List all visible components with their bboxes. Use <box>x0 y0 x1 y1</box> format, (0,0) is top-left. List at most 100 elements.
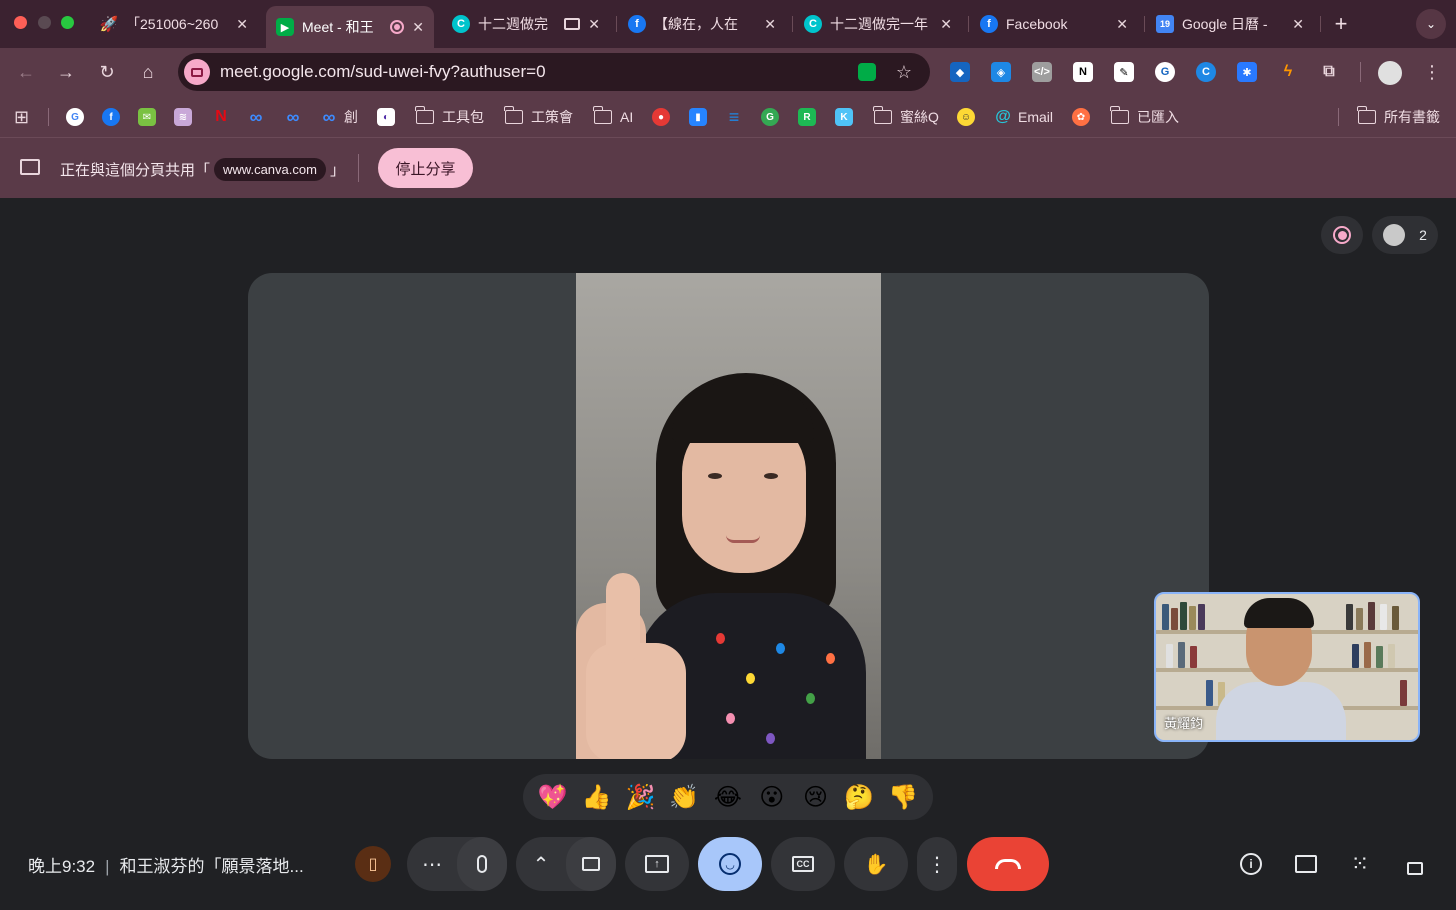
bookmark-folder-ai[interactable]: AI <box>593 106 633 127</box>
pen-extension-icon[interactable]: ✎ <box>1114 62 1134 82</box>
calendar-icon: 19 <box>1156 15 1174 33</box>
bookmark-red-app[interactable]: ● <box>652 107 670 127</box>
bookmark-app[interactable]: ◐ <box>377 107 395 127</box>
bookmark-meta-2[interactable]: ∞ <box>284 107 302 127</box>
bookmark-meta-1[interactable]: ∞ <box>247 107 265 127</box>
clapping-reaction[interactable]: 👏 <box>667 780 701 814</box>
bookmark-green-app[interactable]: G <box>761 107 779 127</box>
bookmark-folder-toolkit[interactable]: 工具包 <box>415 106 484 127</box>
gem-extension-icon[interactable]: ◆ <box>950 62 970 82</box>
address-bar[interactable]: meet.google.com/sud-uwei-fvy?authuser=0 … <box>178 53 930 91</box>
tab-close-icon[interactable]: ✕ <box>940 16 952 33</box>
zoom-window-button[interactable] <box>61 16 74 29</box>
video-options-chevron-up-icon[interactable]: ⌃ <box>516 837 566 891</box>
meet-extension-icon[interactable] <box>857 63 876 81</box>
party-popper-reaction[interactable]: 🎉 <box>623 780 657 814</box>
bookmark-folder-council[interactable]: 工策會 <box>504 106 573 127</box>
participants-button[interactable]: 2 <box>1372 216 1438 254</box>
tab-search-chevron-down-icon[interactable]: ⌄ <box>1416 9 1446 39</box>
tab-1[interactable]: 🚀 「251006~260 ✕ <box>90 6 258 42</box>
bookmark-meta-create[interactable]: ∞ 創 <box>320 107 358 127</box>
profile-avatar[interactable] <box>1378 61 1402 85</box>
audio-options-button[interactable]: ⋯ <box>407 837 457 891</box>
tag-extension-icon[interactable]: ◈ <box>991 62 1011 82</box>
raise-hand-button[interactable]: ✋ <box>844 837 908 891</box>
apps-grid-icon[interactable]: ⊞ <box>14 107 29 127</box>
tears-of-joy-reaction[interactable]: 😂 <box>711 780 745 814</box>
presenter-video-tile[interactable] <box>248 273 1209 759</box>
leave-call-button[interactable] <box>967 837 1049 891</box>
tab-close-icon[interactable]: ✕ <box>412 19 424 36</box>
all-bookmarks-button[interactable]: 所有書籤 <box>1357 106 1440 127</box>
bookmark-netflix[interactable]: N <box>212 107 230 127</box>
forward-arrow-icon[interactable]: → <box>54 60 78 84</box>
activities-grid-icon[interactable]: ⁙ <box>1346 850 1374 878</box>
tab-5[interactable]: C 十二週做完一年 ✕ <box>794 6 962 42</box>
bookmark-label: 已匯入 <box>1137 109 1179 125</box>
tab-close-icon[interactable]: ✕ <box>764 16 776 33</box>
tab-close-icon[interactable]: ✕ <box>236 16 248 33</box>
minimize-window-button[interactable] <box>38 16 51 29</box>
bookmark-google[interactable]: G <box>66 107 84 127</box>
meeting-info-icon[interactable]: i <box>1237 850 1265 878</box>
present-screen-button[interactable]: ↑ <box>625 837 689 891</box>
code-extension-icon[interactable]: </> <box>1032 62 1052 82</box>
microphone-button[interactable] <box>457 837 507 891</box>
bookmark-pattern[interactable]: ≋ <box>174 107 192 127</box>
door-app-icon[interactable]: ▯ <box>355 846 391 882</box>
bookmark-folder-missq[interactable]: 蜜絲Q <box>873 106 939 127</box>
bookmark-orange-app[interactable]: ✿ <box>1072 107 1090 127</box>
bookmark-mail[interactable]: ✉ <box>138 107 156 127</box>
tab-close-icon[interactable]: ✕ <box>588 16 600 33</box>
captions-button[interactable]: CC <box>771 837 835 891</box>
tab-2-active[interactable]: ▶ Meet - 和王 ✕ <box>266 6 434 48</box>
stop-sharing-button[interactable]: 停止分享 <box>378 148 473 188</box>
bookmark-smile-app[interactable]: ☺ <box>957 107 975 127</box>
tab-3[interactable]: C 十二週做完 ✕ <box>442 6 610 42</box>
meeting-divider: | <box>105 857 110 876</box>
thumbs-down-reaction[interactable]: 👎 <box>886 780 920 814</box>
tab-6[interactable]: f Facebook ✕ <box>970 6 1138 42</box>
tab-close-icon[interactable]: ✕ <box>1116 16 1128 33</box>
browser-menu-icon[interactable]: ⋮ <box>1420 60 1444 84</box>
crying-reaction[interactable]: 😢 <box>798 780 832 814</box>
tab-title: Facebook <box>1006 16 1068 32</box>
bookmark-star-icon[interactable]: ☆ <box>896 62 912 83</box>
folder-icon <box>504 106 523 124</box>
recording-indicator[interactable] <box>1321 216 1363 254</box>
sparkling-heart-reaction[interactable]: 💖 <box>536 780 570 814</box>
bookmark-folder-imported[interactable]: 已匯入 <box>1110 106 1179 127</box>
back-arrow-icon[interactable]: ← <box>14 60 38 84</box>
extensions-puzzle-icon[interactable]: ⧉ <box>1319 62 1339 82</box>
tab-4[interactable]: f 【線在，人在 ✕ <box>618 6 786 42</box>
canva-extension-icon[interactable]: C <box>1196 62 1216 82</box>
tab-close-icon[interactable]: ✕ <box>1292 16 1304 33</box>
more-options-button[interactable]: ⋮ <box>917 837 957 891</box>
bookmark-trello[interactable]: ▮ <box>689 107 707 127</box>
chat-icon[interactable] <box>1292 850 1320 878</box>
close-window-button[interactable] <box>14 16 27 29</box>
bookmark-bars[interactable]: ≡ <box>725 107 743 127</box>
recording-icon <box>1333 226 1351 244</box>
bookmark-r-app[interactable]: R <box>798 107 816 127</box>
thinking-reaction[interactable]: 🤔 <box>842 780 876 814</box>
camera-site-icon[interactable] <box>184 59 210 85</box>
reload-icon[interactable]: ↻ <box>95 60 119 84</box>
gear-extension-icon[interactable]: ✱ <box>1237 62 1257 82</box>
bookmark-facebook[interactable]: f <box>102 107 120 127</box>
bookmark-k-app[interactable]: K <box>835 107 853 127</box>
grammar-extension-icon[interactable]: G <box>1155 62 1175 82</box>
send-reaction-button[interactable]: ◡ <box>698 837 762 891</box>
surprised-reaction[interactable]: 😮 <box>755 780 789 814</box>
new-tab-button[interactable]: + <box>1330 10 1352 38</box>
bookmark-email[interactable]: @ Email <box>994 107 1053 127</box>
notion-extension-icon[interactable]: N <box>1073 62 1093 82</box>
host-controls-lock-icon[interactable] <box>1401 850 1429 878</box>
thumbs-up-reaction[interactable]: 👍 <box>580 780 614 814</box>
tab-7[interactable]: 19 Google 日曆 - ✕ <box>1146 6 1314 42</box>
home-icon[interactable]: ⌂ <box>136 60 160 84</box>
camera-button[interactable] <box>566 837 616 891</box>
url-text[interactable]: meet.google.com/sud-uwei-fvy?authuser=0 <box>220 62 858 82</box>
bolt-extension-icon[interactable]: ϟ <box>1278 62 1298 82</box>
self-view-tile[interactable]: 黃耀鈞 <box>1154 592 1420 742</box>
